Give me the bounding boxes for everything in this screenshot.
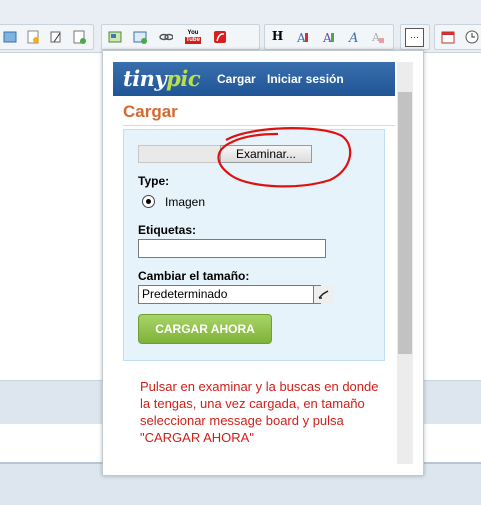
resize-label: Cambiar el tamaño: (138, 269, 250, 283)
image-icon[interactable] (106, 28, 123, 45)
page-title: Cargar (123, 102, 178, 121)
folder-icon[interactable] (47, 28, 64, 45)
more-icon[interactable]: ··· (405, 28, 424, 47)
type-image-label: Imagen (165, 195, 206, 209)
tinypic-header: tinypic Cargar Iniciar sesión (113, 62, 395, 96)
resize-select-value: Predeterminado (142, 287, 228, 301)
youtube-icon[interactable]: You Tube (183, 28, 203, 45)
type-label: Type: (138, 174, 170, 188)
flash-icon[interactable] (211, 28, 228, 45)
toolbar-group-2: You Tube (101, 24, 260, 50)
logo-part-tiny: tiny (123, 66, 167, 91)
svg-text:A: A (296, 31, 306, 44)
type-image-radio[interactable] (142, 195, 155, 208)
document-icon[interactable] (24, 28, 41, 45)
youtube-icon-text: You (187, 29, 199, 36)
link-icon[interactable] (157, 28, 174, 45)
youtube-tube-badge: Tube (185, 36, 201, 44)
svg-text:A: A (322, 31, 332, 44)
upload-form: Examinar... Type: Imagen Etiquetas: Camb… (123, 129, 385, 361)
tags-label: Etiquetas: (138, 223, 197, 237)
file-icon[interactable] (1, 28, 18, 45)
italic-a-icon[interactable]: A (345, 28, 362, 45)
popup-scrollbar[interactable] (397, 62, 413, 464)
resize-select[interactable]: Predeterminado (138, 285, 333, 304)
tinypic-logo[interactable]: tinypic (123, 66, 201, 91)
toolbar-group-3: H A A A A (264, 24, 394, 50)
toolbar-group-4: ··· (400, 24, 430, 50)
nav-login-link[interactable]: Iniciar sesión (267, 72, 344, 86)
page-icon[interactable] (70, 28, 87, 45)
font-icon[interactable]: A (294, 28, 311, 45)
toolbar-group-1 (0, 24, 94, 50)
title-divider (123, 125, 395, 126)
upload-now-button[interactable]: CARGAR AHORA (138, 314, 272, 344)
tinypic-popup: tinypic Cargar Iniciar sesión ✍ Cargar E… (102, 50, 424, 476)
toolbar-group-5 (434, 24, 481, 50)
instruction-note: Pulsar en examinar y la buscas en donde … (140, 379, 379, 445)
nav-upload-link[interactable]: Cargar (217, 72, 256, 86)
clock-icon[interactable] (463, 28, 480, 45)
tags-input[interactable] (138, 239, 326, 258)
select-dropdown-icon[interactable] (313, 286, 333, 303)
calendar-icon[interactable] (439, 28, 456, 45)
scrollbar-thumb[interactable] (398, 92, 412, 354)
clear-format-icon[interactable]: A (369, 28, 386, 45)
editor-toolbar: You Tube H A A A A ··· (0, 0, 481, 53)
text-color-icon[interactable]: A (320, 28, 337, 45)
svg-text:A: A (348, 31, 358, 44)
heading-icon[interactable]: H (269, 28, 286, 45)
file-path-field[interactable] (138, 145, 222, 163)
layout-icon[interactable] (131, 28, 148, 45)
radio-selected-dot (146, 199, 151, 204)
logo-part-pic: pic (166, 66, 201, 91)
browse-button[interactable]: Examinar... (220, 145, 312, 163)
